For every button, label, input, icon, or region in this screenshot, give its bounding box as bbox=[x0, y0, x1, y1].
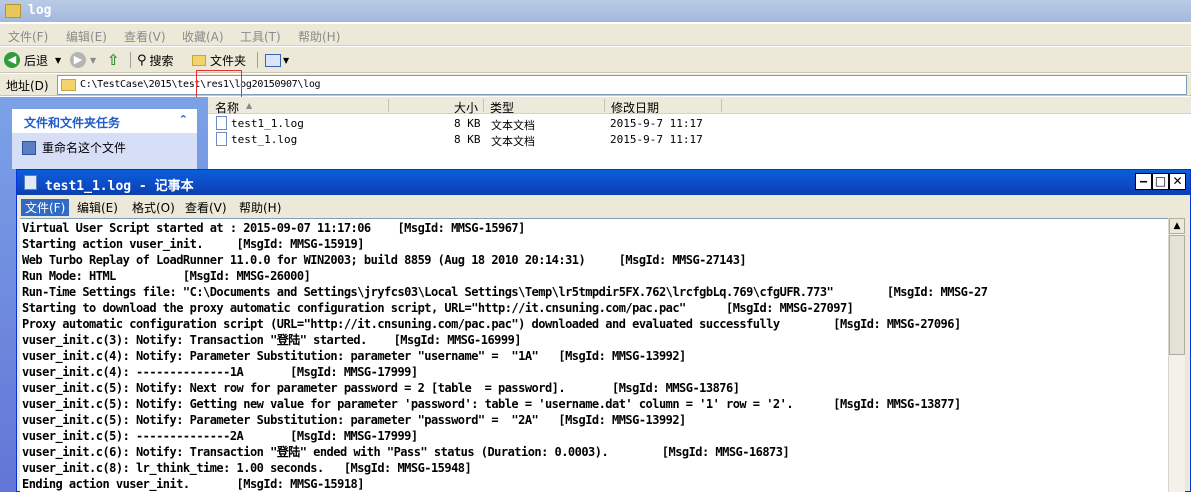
file-row[interactable]: test_1.log 8 KB 文本文档 2015-9-7 11:17 bbox=[208, 131, 1191, 148]
notepad-text-area[interactable]: Virtual User Script started at : 2015-09… bbox=[20, 218, 1168, 492]
address-bar: 地址(D) C:\TestCase\2015\test\res1\log2015… bbox=[0, 74, 1191, 96]
notepad-title: test1_1.log - 记事本 bbox=[45, 179, 194, 194]
rename-icon bbox=[22, 140, 36, 155]
search-label: 搜索 bbox=[149, 53, 174, 68]
log-line: vuser_init.c(4): Notify: Parameter Subst… bbox=[22, 349, 686, 363]
log-line: Ending action vuser_init. [MsgId: MMSG-1… bbox=[22, 477, 364, 491]
views-dropdown-icon: ▼ bbox=[283, 55, 290, 65]
forward-arrow-icon: ▶ bbox=[70, 52, 86, 68]
column-divider[interactable] bbox=[604, 99, 605, 112]
back-label: 后退 bbox=[24, 53, 49, 68]
sort-ascending-icon: ▲ bbox=[246, 101, 253, 110]
red-highlight-box bbox=[196, 70, 242, 98]
column-date[interactable]: 修改日期 bbox=[611, 99, 659, 116]
scroll-up-icon[interactable]: ▲ bbox=[1169, 218, 1185, 234]
log-line: vuser_init.c(4): --------------1A [MsgId… bbox=[22, 365, 418, 379]
tasks-header[interactable]: 文件和文件夹任务 ⌃ bbox=[12, 109, 197, 133]
log-line: vuser_init.c(3): Notify: Transaction "登陆… bbox=[22, 333, 522, 347]
back-dropdown-icon[interactable]: ▼ bbox=[55, 56, 61, 65]
column-headers: 名称 ▲ 大小 类型 修改日期 bbox=[208, 97, 1191, 116]
views-button[interactable]: ▼ bbox=[265, 51, 289, 69]
log-line: vuser_init.c(8): lr_think_time: 1.00 sec… bbox=[22, 461, 472, 475]
search-icon: ⚲ bbox=[137, 52, 147, 68]
collapse-icon[interactable]: ⌃ bbox=[179, 113, 188, 126]
folder-icon bbox=[5, 4, 21, 18]
file-size: 8 KB bbox=[454, 133, 481, 146]
rename-file-label: 重命名这个文件 bbox=[42, 141, 127, 155]
notepad-window: test1_1.log - 记事本 ‒ □ ✕ 文件(F) 编辑(E) 格式(O… bbox=[16, 169, 1191, 492]
explorer-title-bar[interactable]: log bbox=[0, 0, 1191, 22]
toolbar-divider bbox=[257, 52, 258, 68]
column-divider[interactable] bbox=[483, 99, 484, 112]
address-label: 地址(D) bbox=[6, 79, 49, 93]
log-line: Starting to download the proxy automatic… bbox=[22, 301, 854, 315]
back-arrow-icon: ◀ bbox=[4, 52, 20, 68]
file-date: 2015-9-7 11:17 bbox=[610, 117, 703, 130]
file-folder-tasks: 文件和文件夹任务 ⌃ 重命名这个文件 bbox=[12, 109, 197, 169]
forward-dropdown-icon[interactable]: ▼ bbox=[90, 56, 96, 65]
explorer-title: log bbox=[28, 3, 52, 18]
log-line: Run-Time Settings file: "C:\Documents an… bbox=[22, 285, 988, 299]
forward-button[interactable]: ▶ ▼ bbox=[70, 51, 96, 69]
file-name: test1_1.log bbox=[231, 117, 304, 130]
menu-file[interactable]: 文件(F) bbox=[8, 28, 48, 45]
explorer-toolbar: ◀ 后退 ▼ ▶ ▼ ⇧ ⚲ 搜索 文件夹 ▼ bbox=[0, 47, 1191, 73]
text-file-icon bbox=[216, 132, 227, 146]
log-line: Web Turbo Replay of LoadRunner 11.0.0 fo… bbox=[22, 253, 747, 267]
log-line: Virtual User Script started at : 2015-09… bbox=[22, 221, 525, 235]
file-size: 8 KB bbox=[454, 117, 481, 130]
file-name: test_1.log bbox=[231, 133, 298, 146]
folder-icon bbox=[192, 54, 206, 66]
maximize-button[interactable]: □ bbox=[1152, 173, 1169, 190]
menu-edit[interactable]: 编辑(E) bbox=[77, 199, 118, 216]
scroll-thumb[interactable] bbox=[1169, 235, 1185, 355]
column-divider[interactable] bbox=[721, 99, 722, 112]
column-name[interactable]: 名称 bbox=[215, 99, 239, 116]
log-line: vuser_init.c(6): Notify: Transaction "登陆… bbox=[22, 445, 790, 459]
rename-file-task[interactable]: 重命名这个文件 bbox=[22, 139, 126, 156]
explorer-menu-bar: 文件(F) 编辑(E) 查看(V) 收藏(A) 工具(T) 帮助(H) bbox=[0, 24, 1191, 46]
search-button[interactable]: ⚲ 搜索 bbox=[137, 51, 174, 69]
column-divider[interactable] bbox=[388, 99, 389, 112]
log-line: vuser_init.c(5): Notify: Next row for pa… bbox=[22, 381, 740, 395]
menu-help[interactable]: 帮助(H) bbox=[298, 28, 340, 45]
back-button[interactable]: ◀ 后退 ▼ bbox=[4, 51, 61, 69]
log-line: Proxy automatic configuration script (UR… bbox=[22, 317, 961, 331]
notepad-menu-bar: 文件(F) 编辑(E) 格式(O) 查看(V) 帮助(H) bbox=[17, 196, 1190, 216]
log-line: vuser_init.c(5): Notify: Getting new val… bbox=[22, 397, 961, 411]
menu-favorites[interactable]: 收藏(A) bbox=[182, 28, 224, 45]
tasks-title: 文件和文件夹任务 bbox=[24, 116, 121, 130]
menu-file[interactable]: 文件(F) bbox=[21, 199, 70, 216]
minimize-button[interactable]: ‒ bbox=[1135, 173, 1152, 190]
folder-icon bbox=[61, 79, 76, 91]
text-file-icon bbox=[216, 116, 227, 130]
notepad-title-bar[interactable]: test1_1.log - 记事本 ‒ □ ✕ bbox=[17, 170, 1190, 195]
folders-label: 文件夹 bbox=[210, 53, 247, 68]
column-size[interactable]: 大小 bbox=[454, 99, 478, 116]
file-type: 文本文档 bbox=[491, 135, 535, 148]
menu-edit[interactable]: 编辑(E) bbox=[66, 28, 107, 45]
log-line: Run Mode: HTML [MsgId: MMSG-26000] bbox=[22, 269, 311, 283]
vertical-scrollbar[interactable]: ▲ bbox=[1168, 218, 1185, 492]
notepad-icon bbox=[24, 175, 37, 190]
column-type[interactable]: 类型 bbox=[490, 99, 514, 116]
close-button[interactable]: ✕ bbox=[1169, 173, 1186, 190]
file-date: 2015-9-7 11:17 bbox=[610, 133, 703, 146]
folders-button[interactable]: 文件夹 bbox=[192, 51, 246, 69]
log-line: vuser_init.c(5): Notify: Parameter Subst… bbox=[22, 413, 686, 427]
menu-view[interactable]: 查看(V) bbox=[185, 199, 227, 216]
menu-tools[interactable]: 工具(T) bbox=[240, 28, 281, 45]
file-row[interactable]: test1_1.log 8 KB 文本文档 2015-9-7 11:17 bbox=[208, 115, 1191, 132]
log-line: Starting action vuser_init. [MsgId: MMSG… bbox=[22, 237, 364, 251]
toolbar-divider bbox=[130, 52, 131, 68]
menu-view[interactable]: 查看(V) bbox=[124, 28, 166, 45]
menu-format[interactable]: 格式(O) bbox=[132, 199, 175, 216]
views-icon bbox=[265, 53, 281, 67]
log-line: vuser_init.c(5): --------------2A [MsgId… bbox=[22, 429, 418, 443]
up-arrow-icon: ⇧ bbox=[107, 51, 120, 69]
up-folder-button[interactable]: ⇧ bbox=[107, 51, 120, 69]
menu-help[interactable]: 帮助(H) bbox=[239, 199, 281, 216]
